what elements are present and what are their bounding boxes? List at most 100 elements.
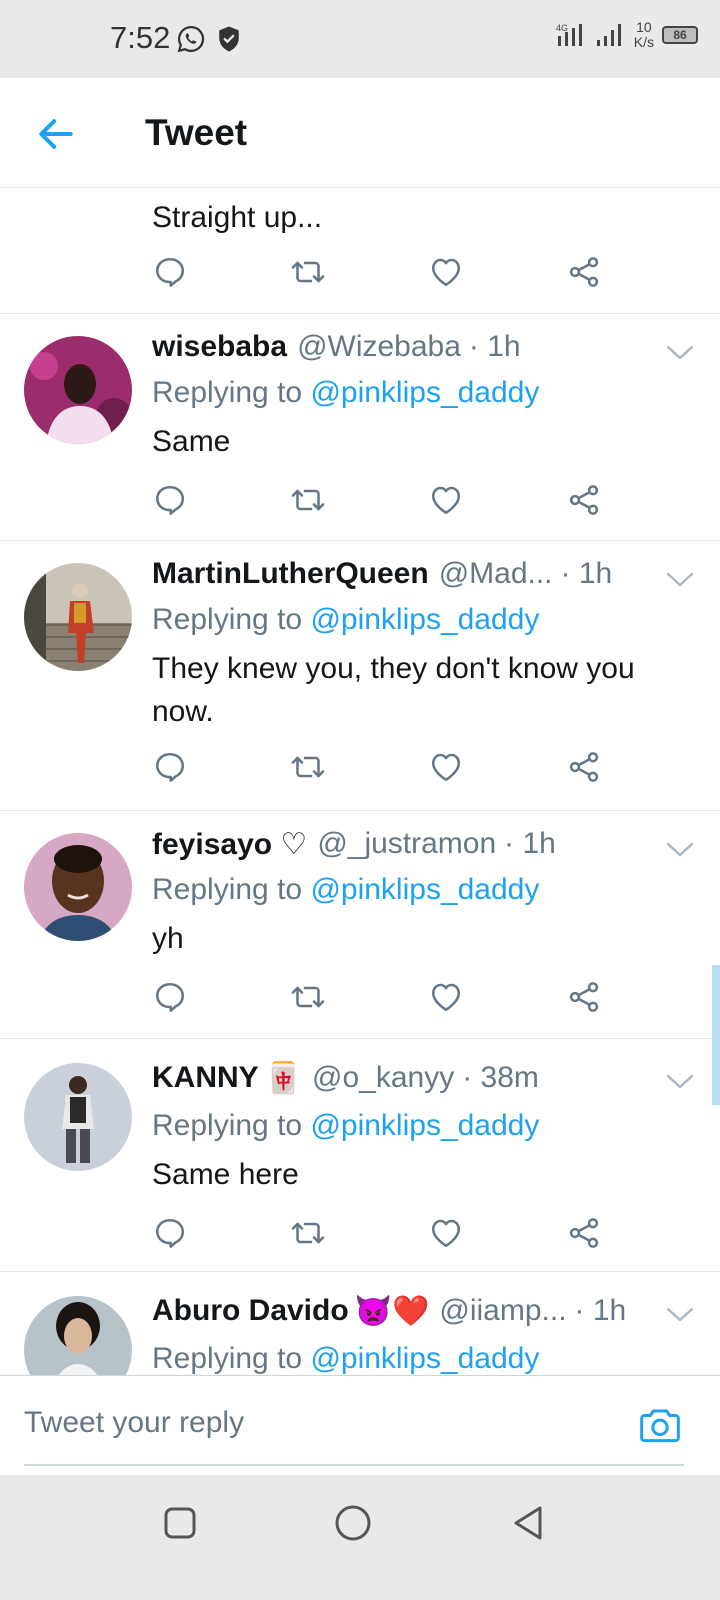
mention-link[interactable]: @pinklips_daddy bbox=[310, 1109, 539, 1142]
reply-icon[interactable] bbox=[152, 254, 188, 290]
author-handle[interactable]: @_justramon bbox=[317, 827, 496, 867]
author-handle[interactable]: @iiamp... bbox=[439, 1294, 566, 1334]
replying-to: Replying to @pinklips_daddy bbox=[152, 603, 540, 636]
reply-input[interactable] bbox=[24, 1406, 584, 1440]
tweet-header: Aburo Davido 👿❤️ @iiamp... · 1h bbox=[152, 1294, 640, 1334]
author-name[interactable]: wisebaba bbox=[152, 330, 287, 370]
camera-icon[interactable] bbox=[638, 1406, 682, 1446]
mention-link[interactable]: @pinklips_daddy bbox=[310, 376, 539, 409]
retweet-icon[interactable] bbox=[290, 254, 326, 290]
status-time: 7:52 bbox=[110, 20, 171, 55]
reply-thread[interactable]: Straight up... wisebaba @Wizebaba · 1h R… bbox=[0, 188, 720, 1403]
page-title: Tweet bbox=[145, 112, 248, 153]
avatar-image bbox=[24, 1063, 132, 1171]
tweet-text: They knew you, they don't know you now. bbox=[152, 652, 635, 728]
mention-link[interactable]: @pinklips_daddy bbox=[310, 603, 539, 636]
avatar[interactable] bbox=[24, 563, 132, 671]
author-name[interactable]: Aburo Davido bbox=[152, 1294, 349, 1334]
reply-icon[interactable] bbox=[152, 749, 188, 785]
reply-underline bbox=[24, 1464, 684, 1466]
back-icon[interactable] bbox=[508, 1503, 548, 1543]
mention-link[interactable]: @pinklips_daddy bbox=[310, 873, 539, 906]
caret-down-icon[interactable] bbox=[666, 571, 694, 589]
tweet-item[interactable]: KANNY 🀄 @o_kanyy · 38m Replying to @pink… bbox=[0, 1039, 720, 1272]
retweet-icon[interactable] bbox=[290, 979, 326, 1015]
tweet-time: · 1h bbox=[504, 827, 556, 860]
recent-apps-icon[interactable] bbox=[160, 1503, 200, 1543]
tweet-time: · 1h bbox=[468, 330, 521, 363]
replying-to: Replying to @pinklips_daddy bbox=[152, 1342, 540, 1375]
author-handle[interactable]: @Wizebaba bbox=[297, 330, 461, 370]
tweet-text: yh bbox=[152, 922, 184, 955]
reply-icon[interactable] bbox=[152, 1215, 188, 1251]
signal-icon bbox=[596, 24, 621, 46]
tweet-header: feyisayo ♡ @_justramon · 1h bbox=[152, 827, 640, 867]
svg-text:4G: 4G bbox=[556, 23, 568, 33]
back-arrow-icon[interactable] bbox=[34, 112, 78, 156]
tweet-time: · 1h bbox=[574, 1294, 627, 1327]
status-bar: 7:52 4G 10 K/s 86 bbox=[0, 0, 720, 78]
tweet-actions bbox=[152, 1215, 622, 1255]
top-app-bar: Tweet bbox=[0, 78, 720, 188]
battery-indicator: 86 bbox=[662, 26, 698, 44]
share-icon[interactable] bbox=[566, 482, 602, 518]
reply-composer bbox=[0, 1375, 720, 1475]
mention-link[interactable]: @pinklips_daddy bbox=[310, 1342, 539, 1375]
author-handle[interactable]: @o_kanyy bbox=[312, 1061, 454, 1101]
tweet-item[interactable]: wisebaba @Wizebaba · 1h Replying to @pin… bbox=[0, 314, 720, 541]
share-icon[interactable] bbox=[566, 254, 602, 290]
tweet-time: · 1h bbox=[560, 557, 613, 590]
scrollbar[interactable] bbox=[712, 965, 720, 1105]
author-name[interactable]: MartinLutherQueen bbox=[152, 557, 429, 597]
like-icon[interactable] bbox=[428, 749, 464, 785]
tweet-item[interactable]: MartinLutherQueen @Mad... · 1h Replying … bbox=[0, 541, 720, 811]
tweet-header: KANNY 🀄 @o_kanyy · 38m bbox=[152, 1061, 640, 1101]
replying-to: Replying to @pinklips_daddy bbox=[152, 1109, 540, 1142]
author-handle[interactable]: @Mad... bbox=[439, 557, 553, 597]
name-emoji: 🀄 bbox=[264, 1062, 303, 1095]
replying-to: Replying to @pinklips_daddy bbox=[152, 376, 540, 409]
shield-icon bbox=[219, 26, 239, 52]
like-icon[interactable] bbox=[428, 254, 464, 290]
avatar[interactable] bbox=[24, 336, 132, 444]
tweet-actions bbox=[152, 254, 622, 294]
tweet-header: MartinLutherQueen @Mad... · 1h bbox=[152, 557, 640, 597]
system-nav-bar bbox=[0, 1475, 720, 1600]
share-icon[interactable] bbox=[566, 979, 602, 1015]
caret-down-icon[interactable] bbox=[666, 1073, 694, 1091]
retweet-icon[interactable] bbox=[290, 1215, 326, 1251]
author-name[interactable]: feyisayo ♡ bbox=[152, 827, 307, 867]
caret-down-icon[interactable] bbox=[666, 1306, 694, 1324]
reply-icon[interactable] bbox=[152, 979, 188, 1015]
caret-down-icon[interactable] bbox=[666, 841, 694, 859]
like-icon[interactable] bbox=[428, 979, 464, 1015]
tweet-item[interactable]: Straight up... bbox=[0, 188, 720, 314]
avatar-image bbox=[24, 563, 132, 671]
retweet-icon[interactable] bbox=[290, 482, 326, 518]
home-icon[interactable] bbox=[333, 1503, 373, 1543]
tweet-item[interactable]: feyisayo ♡ @_justramon · 1h Replying to … bbox=[0, 811, 720, 1039]
tweet-actions bbox=[152, 482, 622, 522]
net-speed: 10 K/s bbox=[633, 19, 654, 50]
tweet-text: Same here bbox=[152, 1158, 299, 1191]
tweet-header: wisebaba @Wizebaba · 1h bbox=[152, 330, 640, 370]
caret-down-icon[interactable] bbox=[666, 344, 694, 362]
reply-icon[interactable] bbox=[152, 482, 188, 518]
replying-to: Replying to @pinklips_daddy bbox=[152, 873, 540, 906]
whatsapp-icon bbox=[177, 25, 205, 53]
like-icon[interactable] bbox=[428, 1215, 464, 1251]
tweet-text: Straight up... bbox=[152, 201, 323, 234]
avatar-image bbox=[24, 833, 132, 941]
retweet-icon[interactable] bbox=[290, 749, 326, 785]
name-emoji: 👿❤️ bbox=[354, 1295, 430, 1328]
tweet-time: · 38m bbox=[462, 1061, 539, 1094]
share-icon[interactable] bbox=[566, 1215, 602, 1251]
share-icon[interactable] bbox=[566, 749, 602, 785]
avatar[interactable] bbox=[24, 1063, 132, 1171]
status-indicators: 4G 10 K/s 86 bbox=[556, 20, 698, 50]
signal-4g-icon: 4G bbox=[556, 23, 582, 46]
like-icon[interactable] bbox=[428, 482, 464, 518]
tweet-actions bbox=[152, 749, 622, 789]
author-name[interactable]: KANNY bbox=[152, 1061, 259, 1101]
avatar[interactable] bbox=[24, 833, 132, 941]
